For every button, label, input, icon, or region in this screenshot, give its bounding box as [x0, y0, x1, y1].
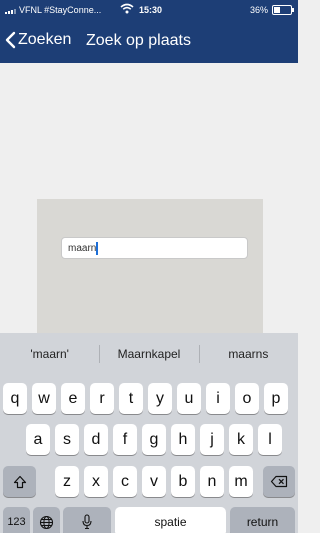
suggestion-item[interactable]: Maarnkapel	[99, 333, 198, 375]
key-v[interactable]: v	[142, 466, 166, 497]
key-s[interactable]: s	[55, 424, 79, 455]
back-button[interactable]: Zoeken	[4, 31, 71, 49]
shift-key[interactable]	[3, 466, 36, 497]
key-a[interactable]: a	[26, 424, 50, 455]
key-g[interactable]: g	[142, 424, 166, 455]
search-input-text-row: maarn	[68, 242, 98, 255]
key-w[interactable]: w	[32, 383, 56, 414]
space-key[interactable]: spatie	[115, 507, 226, 533]
key-l[interactable]: l	[258, 424, 282, 455]
dictation-key[interactable]	[63, 507, 111, 533]
return-key[interactable]: return	[230, 507, 295, 533]
page-title: Zoek op plaats	[86, 32, 191, 49]
shift-icon	[13, 475, 26, 488]
globe-icon	[39, 515, 54, 529]
backspace-icon	[270, 475, 288, 488]
key-x[interactable]: x	[84, 466, 108, 497]
key-i[interactable]: i	[206, 383, 230, 414]
text-caret	[96, 242, 98, 255]
battery-level-fill	[274, 7, 280, 13]
key-c[interactable]: c	[113, 466, 137, 497]
key-q[interactable]: q	[3, 383, 27, 414]
key-e[interactable]: e	[61, 383, 85, 414]
search-panel: maarn	[37, 199, 263, 335]
signal-bars-icon	[5, 7, 16, 14]
key-n[interactable]: n	[200, 466, 224, 497]
suggestion-item[interactable]: maarns	[198, 333, 298, 375]
back-label: Zoeken	[18, 31, 72, 48]
status-left: VFNL #StayConne...	[5, 5, 101, 15]
main-content: maarn	[0, 63, 298, 335]
wifi-icon	[120, 3, 134, 14]
key-r[interactable]: r	[90, 383, 114, 414]
globe-key[interactable]	[33, 507, 60, 533]
delete-key[interactable]	[263, 466, 295, 497]
key-u[interactable]: u	[177, 383, 201, 414]
key-y[interactable]: y	[148, 383, 172, 414]
carrier-name: VFNL #StayConne...	[19, 5, 102, 15]
suggestion-item[interactable]: 'maarn'	[0, 333, 99, 375]
key-j[interactable]: j	[200, 424, 224, 455]
app-header: VFNL #StayConne... 15:30 36% Zoeken Zoek…	[0, 0, 298, 63]
search-input-value: maarn	[68, 243, 97, 254]
microphone-icon	[82, 514, 92, 530]
status-time: 15:30	[139, 5, 163, 15]
status-bar: VFNL #StayConne... 15:30 36%	[0, 0, 298, 21]
search-input[interactable]: maarn	[61, 237, 248, 259]
suggestion-bar: 'maarn' Maarnkapel maarns	[0, 333, 298, 375]
on-screen-keyboard: 'maarn' Maarnkapel maarns q w e r t y u …	[0, 333, 298, 533]
chevron-left-icon	[5, 31, 16, 49]
key-o[interactable]: o	[235, 383, 259, 414]
key-m[interactable]: m	[229, 466, 253, 497]
key-h[interactable]: h	[171, 424, 195, 455]
key-z[interactable]: z	[55, 466, 79, 497]
battery-percent: 36%	[249, 5, 268, 15]
nav-bar: Zoeken Zoek op plaats	[0, 21, 298, 63]
battery-icon	[272, 5, 294, 15]
key-f[interactable]: f	[113, 424, 137, 455]
key-d[interactable]: d	[84, 424, 108, 455]
key-k[interactable]: k	[229, 424, 253, 455]
key-p[interactable]: p	[264, 383, 288, 414]
key-b[interactable]: b	[171, 466, 195, 497]
key-t[interactable]: t	[119, 383, 143, 414]
numbers-key[interactable]: 123	[3, 507, 30, 533]
